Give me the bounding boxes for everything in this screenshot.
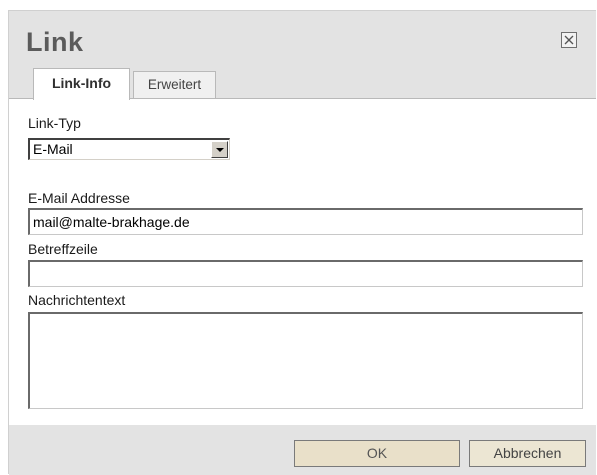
email-field[interactable]: mail@malte-brakhage.de — [28, 208, 583, 235]
link-type-select[interactable]: E-Mail — [28, 138, 230, 160]
dialog-header: Link Link-Info Erweitert — [9, 11, 596, 100]
message-label: Nachrichtentext — [28, 292, 126, 308]
close-button[interactable] — [561, 32, 577, 48]
close-icon — [564, 35, 574, 45]
message-textarea[interactable] — [28, 312, 583, 409]
chevron-down-icon[interactable] — [211, 141, 228, 158]
ok-button[interactable]: OK — [294, 440, 460, 467]
dialog-title: Link — [26, 27, 84, 57]
link-dialog: Link Link-Info Erweitert Link-Typ E-Mail… — [8, 10, 596, 475]
tab-erweitert[interactable]: Erweitert — [133, 71, 216, 99]
link-type-label: Link-Typ — [28, 115, 81, 131]
email-label: E-Mail Addresse — [28, 190, 130, 206]
tab-link-info[interactable]: Link-Info — [33, 68, 130, 100]
dialog-footer: OK Abbrechen — [9, 425, 596, 475]
subject-label: Betreffzeile — [28, 241, 98, 257]
cancel-button[interactable]: Abbrechen — [469, 440, 586, 467]
subject-field[interactable] — [28, 260, 583, 287]
link-type-value: E-Mail — [33, 141, 73, 157]
